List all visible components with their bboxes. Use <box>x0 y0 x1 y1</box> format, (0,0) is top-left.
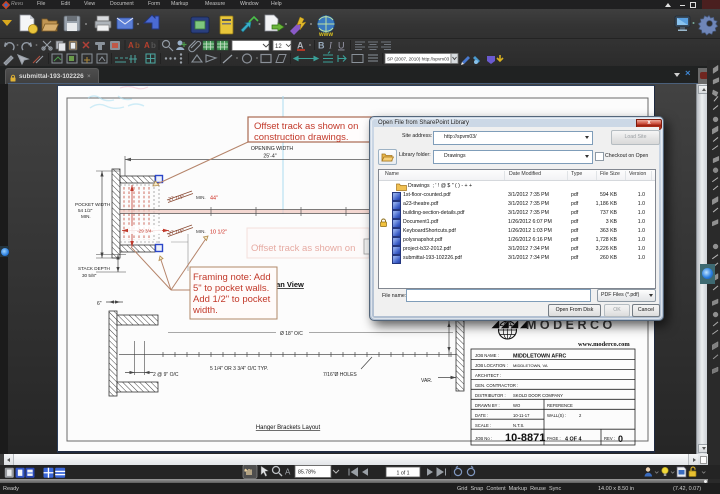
svg-text:ARCHITECT :: ARCHITECT : <box>475 373 501 378</box>
svg-text:5 1/4" OR 3 3/4" O/C TYP.: 5 1/4" OR 3 3/4" O/C TYP. <box>210 366 268 372</box>
svg-text:Add 1/2" to pocket: Add 1/2" to pocket <box>193 294 271 305</box>
svg-text:MIDDLETOWN, VA: MIDDLETOWN, VA <box>513 363 548 368</box>
svg-text:b: b <box>135 41 140 50</box>
svg-text:construction drawings.: construction drawings. <box>254 132 349 143</box>
svg-text:5" to pocket walls.: 5" to pocket walls. <box>193 283 269 294</box>
svg-text:Ø 18" O/C: Ø 18" O/C <box>280 331 303 337</box>
svg-text:POCKET WIDTH: POCKET WIDTH <box>75 202 110 207</box>
svg-text:MIN.: MIN. <box>81 214 91 219</box>
svg-text:A: A <box>285 468 291 477</box>
svg-text:I: I <box>328 41 333 51</box>
svg-text:10-8871: 10-8871 <box>505 432 545 444</box>
svg-text:STACK DEPTH: STACK DEPTH <box>78 266 110 271</box>
svg-text:www.moderco.com: www.moderco.com <box>578 341 630 348</box>
svg-text:DRAWN BY :: DRAWN BY : <box>475 403 500 408</box>
svg-text:B: B <box>318 41 325 51</box>
svg-text:WALL(S) :: WALL(S) : <box>547 413 566 418</box>
svg-text:54 1/2": 54 1/2" <box>78 208 93 213</box>
svg-text:7/16"Ø HOLES: 7/16"Ø HOLES <box>323 372 357 378</box>
svg-text:A: A <box>144 41 150 50</box>
svg-text:25'-4": 25'-4" <box>263 154 276 160</box>
svg-text:Framing note: Add: Framing note: Add <box>193 272 271 283</box>
svg-text:JOB NAME :: JOB NAME : <box>475 353 499 358</box>
svg-text:N.T.S.: N.T.S. <box>513 423 524 428</box>
svg-text:OPENING WIDTH: OPENING WIDTH <box>251 146 294 152</box>
svg-text:-29 3/4-: -29 3/4- <box>137 229 153 234</box>
svg-text:2: 2 <box>579 413 582 418</box>
svg-text:REV :: REV : <box>604 436 615 441</box>
svg-text:GEN. CONTRACTOR :: GEN. CONTRACTOR : <box>475 383 518 388</box>
svg-text:A: A <box>128 41 134 50</box>
svg-text:MIN.: MIN. <box>196 195 206 200</box>
svg-text:Offset track as shown on: Offset track as shown on <box>254 121 358 132</box>
svg-text:REFERENCE: REFERENCE <box>547 403 573 408</box>
svg-text:WO: WO <box>513 403 521 408</box>
svg-text:PAGE :: PAGE : <box>547 436 561 441</box>
svg-text:MIN.: MIN. <box>196 229 206 234</box>
svg-text:30 5/8": 30 5/8" <box>82 273 97 278</box>
svg-text:1 of 1: 1 of 1 <box>397 471 410 477</box>
svg-text:12: 12 <box>275 44 282 50</box>
svg-text:6": 6" <box>97 301 102 307</box>
svg-text:SCALE :: SCALE : <box>475 423 491 428</box>
svg-text:SKOLD DOOR COMPANY: SKOLD DOOR COMPANY <box>513 393 563 398</box>
svg-text:VAR.: VAR. <box>421 378 432 384</box>
svg-text:Hanger Brackets Layout: Hanger Brackets Layout <box>256 425 321 431</box>
svg-text:SP (2007, 2010) http://spvm03: SP (2007, 2010) http://spvm03 <box>387 57 450 62</box>
svg-text:10 1/2": 10 1/2" <box>210 230 227 236</box>
svg-text:U: U <box>338 41 345 51</box>
svg-text:JOB LOCATION :: JOB LOCATION : <box>475 363 508 368</box>
svg-text:DATE :: DATE : <box>475 413 488 418</box>
svg-text:10-11-17: 10-11-17 <box>513 413 530 418</box>
svg-text:Offset track as shown on: Offset track as shown on <box>251 243 355 254</box>
svg-text:44": 44" <box>210 196 218 202</box>
svg-text:0: 0 <box>618 434 623 444</box>
svg-text:MIDDLETOWN AFRC: MIDDLETOWN AFRC <box>513 354 566 360</box>
svg-text:b: b <box>151 41 156 50</box>
svg-text:DISTRIBUTOR :: DISTRIBUTOR : <box>475 393 506 398</box>
svg-text:width.: width. <box>192 305 218 316</box>
svg-text:4 OF 4: 4 OF 4 <box>565 437 581 443</box>
svg-text:JOB No :: JOB No : <box>475 436 492 441</box>
svg-text:www: www <box>318 32 333 38</box>
svg-text:85.78%: 85.78% <box>298 470 316 476</box>
svg-text:2 @ 9" O/C: 2 @ 9" O/C <box>153 372 179 378</box>
